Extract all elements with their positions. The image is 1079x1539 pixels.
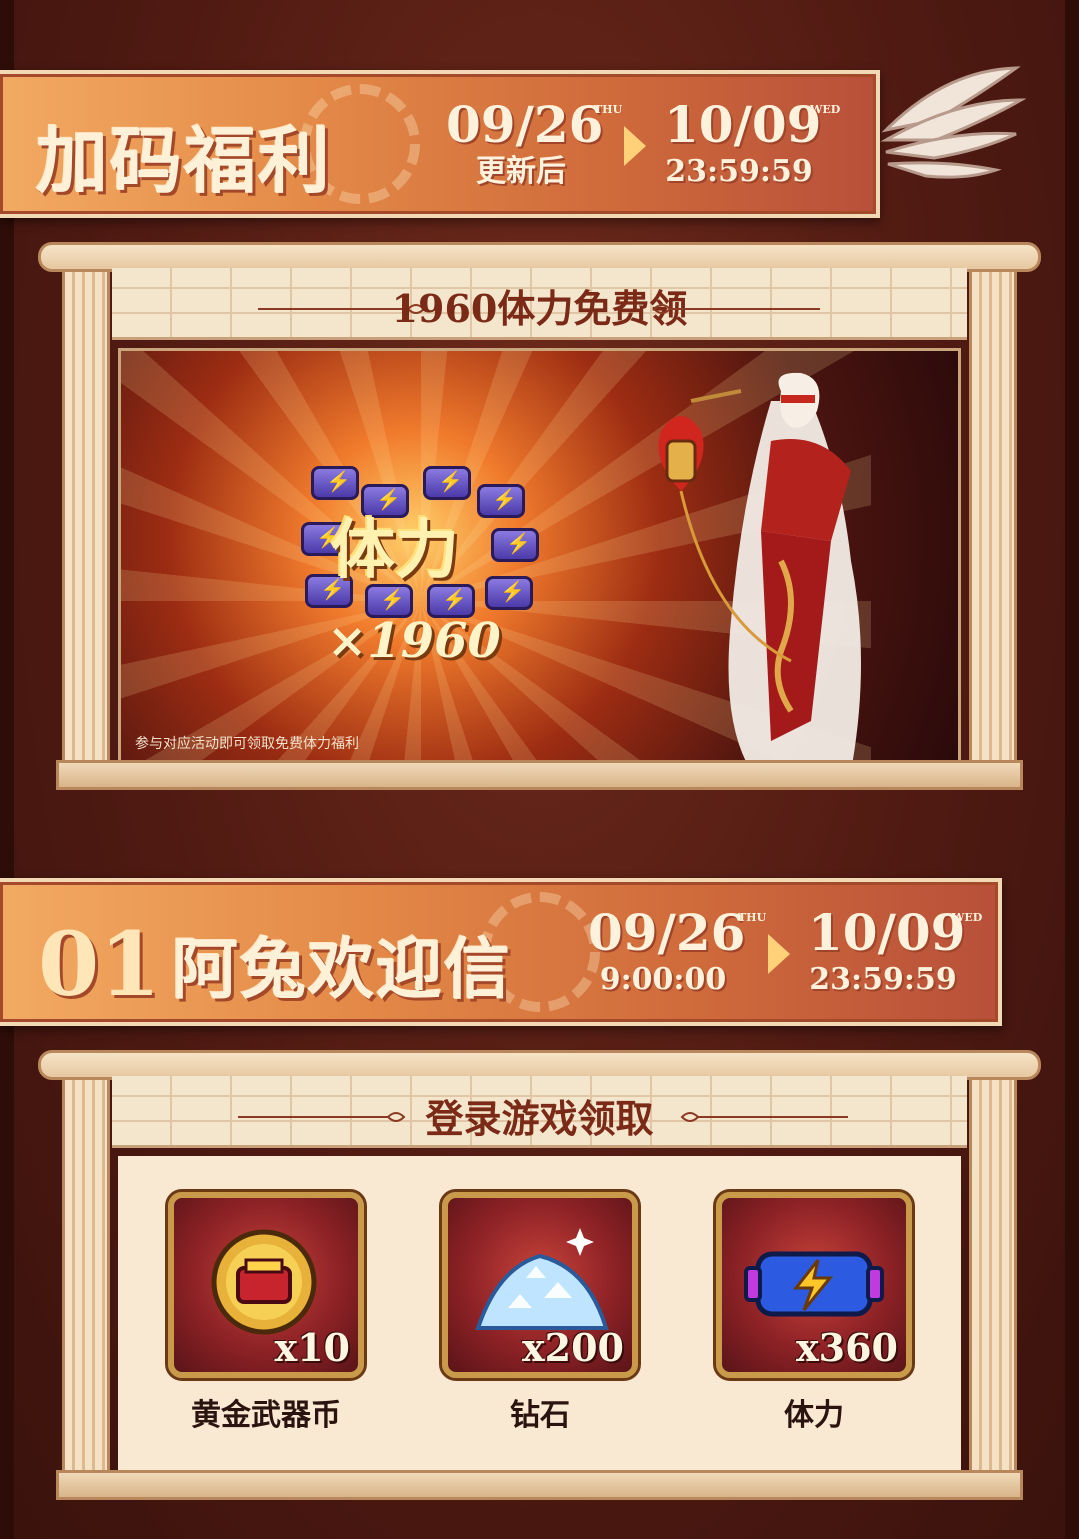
frame-base <box>56 760 1023 790</box>
reward-quantity: x200 <box>522 1325 624 1370</box>
event-banner-image: 体力 ×1960 参与对应活动即可领取免费体力福利 <box>118 348 961 766</box>
reward-item[interactable]: x360 体力 <box>713 1189 915 1434</box>
frame-base <box>56 1470 1023 1500</box>
reward-quantity: x10 <box>274 1325 350 1370</box>
section-2-title: 阿兔欢迎信 <box>172 930 512 1008</box>
reward-icon-frame: x200 <box>439 1189 641 1381</box>
stamina-image-label: 体力 <box>331 513 459 588</box>
section-2-start-date: 09/26 9:00:00 <box>588 903 746 998</box>
rewards-heading: 登录游戏领取 <box>425 1096 654 1141</box>
section-1-end-date: 10/09 23:59:59 <box>664 95 822 190</box>
flourish-right-icon <box>680 1112 848 1122</box>
reward-item[interactable]: x10 黄金武器币 <box>165 1189 367 1434</box>
reward-icon-frame: x10 <box>165 1189 367 1381</box>
reward-list: x10 黄金武器币 x200 钻石 x360 体力 <box>118 1156 961 1486</box>
reward-quantity: x360 <box>796 1325 898 1370</box>
start-time: 9:00:00 <box>599 962 727 997</box>
character-illustration <box>658 372 861 763</box>
start-date: 09/26 <box>446 95 604 154</box>
end-date: 10/09 <box>808 903 966 962</box>
end-weekday: WED <box>810 103 841 116</box>
section-1-title: 加码福利 <box>36 118 333 203</box>
end-date: 10/09 <box>664 95 822 154</box>
start-weekday: THU <box>738 911 767 924</box>
start-date: 09/26 <box>588 903 746 962</box>
background-right-border <box>1065 0 1079 1539</box>
section-2-banner: 01 阿兔欢迎信 09/26 9:00:00 THU 10/09 23:59:5… <box>0 878 1002 1026</box>
reward-icon-frame: x360 <box>713 1189 915 1381</box>
start-weekday: THU <box>594 103 623 116</box>
end-time: 23:59:59 <box>809 962 957 997</box>
arrow-right-icon <box>768 934 790 974</box>
start-time: 更新后 <box>476 154 566 189</box>
reward-name: 体力 <box>784 1398 844 1433</box>
section-1-banner: 加码福利 09/26 更新后 THU 10/09 23:59:59 WED <box>0 70 880 218</box>
right-column <box>969 262 1017 780</box>
background-left-border <box>0 0 14 1539</box>
rewards-frame: 登录游戏领取 x10 黄金武器币 x200 钻石 x360 体力 <box>38 1050 1041 1500</box>
wing-icon <box>880 66 1026 179</box>
event-caption: 参与对应活动即可领取免费体力福利 <box>135 736 359 752</box>
left-column <box>62 262 110 780</box>
end-time: 23:59:59 <box>665 154 813 189</box>
reward-name: 钻石 <box>510 1398 570 1433</box>
end-weekday: WED <box>952 911 983 924</box>
event-frame: 1960体力免费领 体力 ×1960 <box>38 242 1041 790</box>
section-2-number: 01 <box>38 912 161 1016</box>
event-heading: 1960体力免费领 <box>391 286 688 331</box>
reward-name: 黄金武器币 <box>191 1398 341 1433</box>
arrow-right-icon <box>624 126 646 166</box>
section-2-end-date: 10/09 23:59:59 <box>808 903 966 998</box>
section-1-start-date: 09/26 更新后 <box>446 95 604 190</box>
stamina-image-count: ×1960 <box>327 613 501 669</box>
flourish-right-icon <box>652 304 820 314</box>
reward-item[interactable]: x200 钻石 <box>439 1189 641 1434</box>
